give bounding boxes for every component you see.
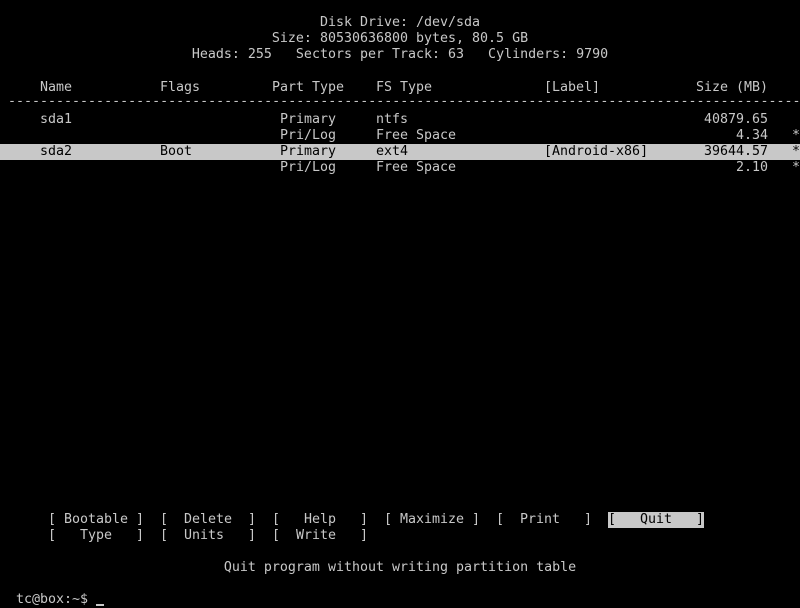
partition-part-type: Primary <box>280 112 337 127</box>
partition-marker: * <box>792 128 800 143</box>
partition-row[interactable]: Pri/Log Free Space 2.10 * <box>0 160 800 176</box>
partition-row[interactable]: Pri/Log Free Space 4.34 * <box>0 128 800 144</box>
write-button[interactable]: [ Write ] <box>272 528 368 544</box>
units-button[interactable]: [ Units ] <box>160 528 256 544</box>
disk-size: Size: 80530636800 bytes, 80.5 GB <box>271 31 529 46</box>
partition-row[interactable]: sda1 Primary ntfs 40879.65 <box>0 112 800 128</box>
partition-fs-type: ntfs <box>376 112 409 127</box>
partition-part-type: Primary <box>280 144 337 159</box>
partition-marker: * <box>792 160 800 175</box>
header-separator: ----------------------------------------… <box>8 94 800 109</box>
partition-part-type: Pri/Log <box>280 128 337 143</box>
partition-size: 4.34 <box>735 128 768 143</box>
type-button[interactable]: [ Type ] <box>48 528 144 544</box>
partition-fs-type: Free Space <box>376 160 457 175</box>
partition-marker: * <box>792 144 800 159</box>
partition-label: [Android-x86] <box>544 144 649 159</box>
partition-fs-type: ext4 <box>376 144 409 159</box>
partition-flags: Boot <box>160 144 193 159</box>
bootable-button[interactable]: [ Bootable ] <box>48 512 144 528</box>
maximize-button[interactable]: [ Maximize ] <box>384 512 480 528</box>
shell-prompt-line[interactable]: tc@box:~$ <box>0 576 800 607</box>
partition-size: 39644.57 <box>703 144 768 159</box>
disk-geometry: Heads: 255 Sectors per Track: 63 Cylinde… <box>191 47 609 62</box>
partition-size: 40879.65 <box>703 112 768 127</box>
quit-button[interactable]: [ Quit ] <box>608 512 705 528</box>
partition-fs-type: Free Space <box>376 128 457 143</box>
delete-button[interactable]: [ Delete ] <box>160 512 256 528</box>
status-message: Quit program without writing partition t… <box>223 560 577 575</box>
partition-row-selected[interactable]: sda2 Boot Primary ext4 [Android-x86] 396… <box>0 144 800 160</box>
print-button[interactable]: [ Print ] <box>496 512 592 528</box>
partition-part-type: Pri/Log <box>280 160 337 175</box>
partition-size: 2.10 <box>735 160 768 175</box>
help-button[interactable]: [ Help ] <box>272 512 368 528</box>
disk-drive-title: Disk Drive: /dev/sda <box>319 15 481 30</box>
partition-name: sda1 <box>40 112 73 127</box>
text-cursor <box>96 604 105 606</box>
partition-name: sda2 <box>40 144 73 159</box>
